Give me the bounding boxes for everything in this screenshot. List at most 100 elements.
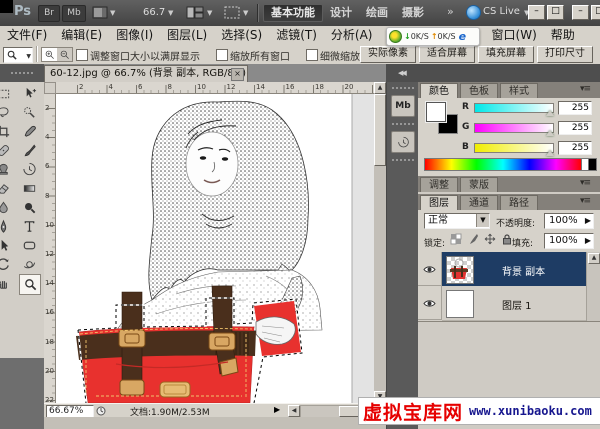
blur-tool[interactable]	[0, 198, 13, 217]
minimize-button[interactable]: –	[572, 5, 589, 20]
pen-tool[interactable]	[0, 217, 13, 236]
layers-panel-menu-icon[interactable]: ▾≡	[580, 196, 590, 206]
layer-visibility-toggle[interactable]	[418, 252, 442, 286]
3d-orbit-tool[interactable]	[19, 255, 39, 274]
eraser-tool[interactable]	[0, 179, 13, 198]
color-tab-2[interactable]: 样式	[500, 83, 538, 98]
maximize-button[interactable]: □	[591, 5, 600, 20]
blend-mode-dropdown-arrow[interactable]: ▼	[476, 214, 489, 227]
menu-item-5[interactable]: 滤镜(T)	[269, 26, 324, 44]
screen-mode-dropdown-arrow[interactable]: ▼	[243, 9, 248, 17]
lock-transparency-button[interactable]	[450, 233, 463, 246]
gradient-tool[interactable]	[19, 179, 39, 198]
dodge-tool[interactable]	[19, 198, 39, 217]
option-button-2[interactable]: 填充屏幕	[478, 46, 534, 63]
adjustments-panel-menu-icon[interactable]: ▾≡	[580, 178, 590, 188]
type-tool[interactable]	[19, 217, 39, 236]
history-brush-dock-button[interactable]	[391, 131, 415, 153]
layer-thumbnail[interactable]	[446, 290, 474, 318]
menu-item-3[interactable]: 图层(L)	[160, 26, 214, 44]
lock-position-button[interactable]	[484, 233, 497, 246]
channel-value-G[interactable]: 255	[558, 121, 592, 135]
menu-item-0[interactable]: 文件(F)	[0, 26, 54, 44]
opacity-spinner-arrow[interactable]: ▶	[585, 214, 591, 227]
workspace-tab-2[interactable]: 绘画	[359, 5, 395, 21]
arrange-documents-button[interactable]	[186, 6, 204, 22]
status-options-arrow[interactable]: ▶	[274, 405, 280, 414]
zoom-level-dropdown-arrow[interactable]: ▼	[168, 9, 173, 17]
mini-bridge-button[interactable]: Mb	[62, 5, 86, 22]
workspace-overflow-button[interactable]: »	[447, 5, 454, 18]
vertical-scroll-thumb[interactable]	[374, 94, 386, 166]
layer-row-1[interactable]: 图层 1	[418, 286, 586, 320]
channel-slider-thumb-G[interactable]	[546, 130, 554, 136]
blend-mode-select[interactable]: 正常 ▼	[424, 213, 490, 229]
fill-field[interactable]: 100% ▶	[544, 233, 594, 249]
color-tab-0[interactable]: 颜色	[420, 83, 458, 98]
option-checkbox-1[interactable]	[216, 49, 228, 61]
move-tool[interactable]	[19, 84, 39, 103]
layers-tab-0[interactable]: 图层	[420, 195, 458, 210]
shape-tool[interactable]	[19, 236, 39, 255]
layer-scroll-up-button[interactable]: ▲	[588, 253, 600, 264]
menu-item-4[interactable]: 选择(S)	[214, 26, 269, 44]
screen-mode-button[interactable]	[224, 6, 240, 22]
scroll-up-button[interactable]: ▲	[374, 82, 386, 94]
foreground-color-well[interactable]	[426, 102, 446, 122]
scroll-left-button[interactable]: ◀	[288, 405, 300, 417]
channel-slider-thumb-B[interactable]	[546, 150, 554, 156]
menu-item-1[interactable]: 编辑(E)	[54, 26, 109, 44]
channel-slider-thumb-R[interactable]	[546, 110, 554, 116]
layer-visibility-toggle[interactable]	[418, 286, 442, 320]
zoom-level-value[interactable]: 66.7	[143, 7, 165, 18]
layer-row-0[interactable]: 背景 副本	[418, 252, 586, 286]
menu-item-9[interactable]: 窗口(W)	[485, 26, 544, 44]
crop-tool[interactable]	[0, 122, 13, 141]
zoom-out-mode-button[interactable]	[57, 48, 72, 61]
browser-icon[interactable]: e	[459, 30, 466, 43]
workspace-tab-1[interactable]: 设计	[323, 5, 359, 21]
document-close-button[interactable]: ×	[231, 68, 244, 81]
canvas-area[interactable]	[56, 94, 374, 403]
zoom-tool[interactable]	[19, 274, 41, 295]
option-button-3[interactable]: 打印尺寸	[537, 46, 593, 63]
healing-brush-tool[interactable]	[0, 141, 13, 160]
arrange-documents-dropdown-arrow[interactable]: ▼	[207, 9, 212, 17]
maximize-doc-button[interactable]: □	[547, 5, 564, 20]
mini-bridge-dock-button[interactable]: Mb	[391, 95, 415, 117]
menu-item-2[interactable]: 图像(I)	[109, 26, 160, 44]
layer-list-scrollbar[interactable]: ▲	[586, 252, 600, 321]
channel-slider-R[interactable]	[474, 103, 554, 113]
collapse-panels-button[interactable]: ◀◀	[398, 69, 405, 77]
view-extras-dropdown-arrow[interactable]: ▼	[110, 9, 115, 17]
restore-doc-button[interactable]: –	[528, 5, 545, 20]
workspace-tab-0[interactable]: 基本功能	[263, 4, 323, 22]
workspace-tab-3[interactable]: 摄影	[395, 5, 431, 21]
menu-item-10[interactable]: 帮助	[544, 26, 582, 44]
color-tab-1[interactable]: 色板	[460, 83, 498, 98]
vertical-scrollbar[interactable]: ▲ ▼	[374, 82, 386, 403]
layer-thumbnail[interactable]	[446, 256, 474, 284]
channel-value-R[interactable]: 255	[558, 101, 592, 115]
eyedropper-tool[interactable]	[19, 122, 39, 141]
bridge-button[interactable]: Br	[38, 5, 60, 22]
channel-value-B[interactable]: 255	[558, 141, 592, 155]
view-extras-button[interactable]	[92, 6, 108, 22]
adjustments-tab-1[interactable]: 蒙版	[460, 177, 498, 192]
menu-item-6[interactable]: 分析(A)	[324, 26, 380, 44]
channel-slider-B[interactable]	[474, 143, 554, 153]
quick-selection-tool[interactable]	[19, 103, 39, 122]
opacity-field[interactable]: 100% ▶	[544, 213, 594, 229]
lasso-tool[interactable]	[0, 103, 13, 122]
color-spectrum-ramp[interactable]	[424, 158, 582, 171]
fill-spinner-arrow[interactable]: ▶	[585, 234, 591, 247]
cs-live-label[interactable]: CS Live	[483, 6, 520, 17]
toolbar-header[interactable]	[0, 64, 44, 82]
path-selection-tool[interactable]	[0, 236, 13, 255]
brush-tool[interactable]	[19, 141, 39, 160]
layers-tab-2[interactable]: 路径	[500, 195, 538, 210]
history-brush-tool[interactable]	[19, 160, 39, 179]
zoom-in-mode-button[interactable]	[42, 48, 57, 61]
option-checkbox-2[interactable]	[306, 49, 318, 61]
color-panel-menu-icon[interactable]: ▾≡	[580, 84, 590, 94]
